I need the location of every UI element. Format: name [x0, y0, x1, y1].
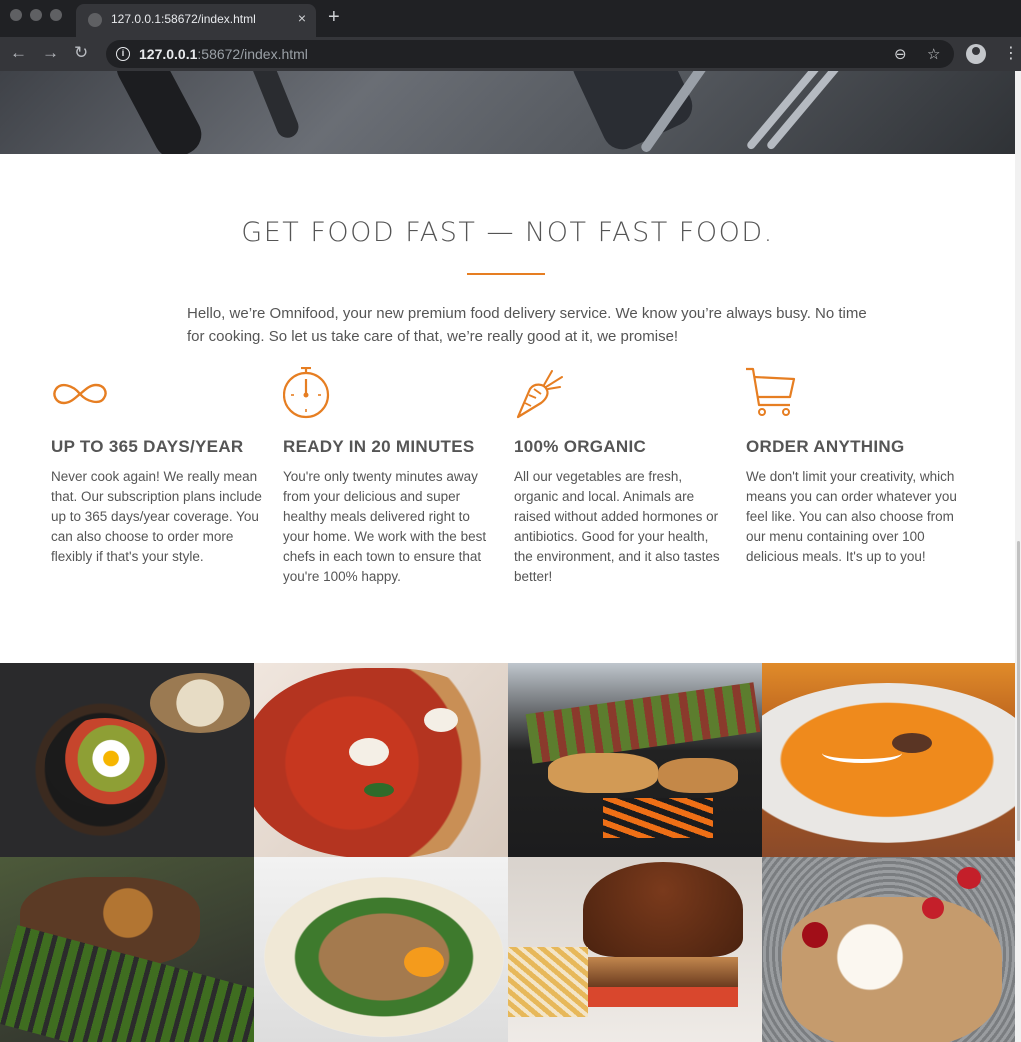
utensil-shape: [109, 71, 209, 154]
meal-photo[interactable]: [508, 857, 762, 1042]
profile-avatar-icon[interactable]: [966, 44, 986, 64]
cream-swirl: [822, 743, 902, 763]
browser-toolbar: ← → ↻ i 127.0.0.1:58672/index.html ⊖ ☆ ⋮: [0, 37, 1021, 71]
strawberry: [922, 897, 944, 919]
menu-icon[interactable]: ⋮: [1003, 43, 1019, 63]
page-scrollbar[interactable]: [1015, 71, 1021, 1042]
zoom-out-icon[interactable]: ⊖: [894, 45, 907, 63]
bibimbap-bowl: [45, 718, 165, 808]
seeds: [892, 733, 932, 753]
feature-title: READY IN 20 MINUTES: [283, 437, 475, 456]
back-button[interactable]: ←: [10, 44, 27, 62]
infinity-icon: [53, 383, 107, 405]
basil: [364, 783, 394, 797]
globe-icon: [88, 13, 102, 27]
egg-yolk: [404, 947, 444, 977]
sandwich: [264, 877, 504, 1037]
meal-photo[interactable]: [0, 663, 254, 857]
hero-image: [0, 71, 1015, 154]
window-zoom-dot[interactable]: [50, 9, 62, 21]
burger-bun: [583, 862, 743, 957]
feature-text: We don't limit your creativity, which me…: [746, 469, 957, 564]
meal-photo[interactable]: [762, 663, 1015, 857]
info-icon[interactable]: i: [116, 47, 130, 61]
cart-icon: [746, 367, 796, 416]
strawberry: [957, 867, 981, 889]
feature-title: UP TO 365 DAYS/YEAR: [51, 437, 244, 456]
window-close-dot[interactable]: [10, 9, 22, 21]
meal-photo[interactable]: [762, 857, 1015, 1042]
tomato: [588, 987, 738, 1007]
carrots: [603, 798, 713, 838]
granola: [782, 897, 1002, 1042]
feature-title: ORDER ANYTHING: [746, 437, 905, 456]
meal-photo[interactable]: [508, 663, 762, 857]
utensil-shape: [240, 71, 302, 142]
soup-bowl: [762, 683, 1015, 843]
tab-title: 127.0.0.1:58672/index.html: [111, 12, 256, 26]
feature-text: Never cook again! We really mean that. O…: [51, 469, 262, 564]
page-viewport: GET FOOD FAST — NOT FAST FOOD. Hello, we…: [0, 71, 1015, 1042]
utensil-shape: [745, 71, 823, 151]
address-bar[interactable]: i 127.0.0.1:58672/index.html ⊖ ☆: [106, 40, 954, 68]
burger-patty: [588, 957, 738, 987]
chicken: [658, 758, 738, 793]
forward-button[interactable]: →: [42, 44, 59, 62]
browser-tab[interactable]: 127.0.0.1:58672/index.html ×: [76, 4, 316, 37]
meal-photo[interactable]: [0, 857, 254, 1042]
reload-button[interactable]: ↻: [74, 44, 88, 62]
feature-text: All our vegetables are fresh, organic an…: [514, 469, 720, 584]
window-minimize-dot[interactable]: [30, 9, 42, 21]
browser-tabstrip: 127.0.0.1:58672/index.html × +: [0, 0, 1021, 37]
meal-photo[interactable]: [254, 663, 508, 857]
stopwatch-icon: [283, 367, 330, 419]
utensil-shape: [566, 71, 699, 154]
chicken: [548, 753, 658, 793]
feature-text: You're only twenty minutes away from you…: [283, 469, 487, 584]
scrollbar-thumb[interactable]: [1017, 541, 1020, 841]
intro-paragraph: Hello, we’re Omnifood, your new premium …: [187, 305, 867, 345]
meal-gallery: [0, 663, 1015, 1042]
cherry: [802, 922, 828, 948]
fries: [508, 947, 588, 1017]
mozzarella: [424, 708, 458, 732]
section-title: GET FOOD FAST — NOT FAST FOOD.: [241, 217, 774, 248]
star-icon[interactable]: ☆: [927, 45, 940, 63]
title-divider: [467, 273, 545, 275]
carrot-icon: [516, 370, 563, 419]
asparagus: [525, 682, 761, 764]
feature-title: 100% ORGANIC: [514, 437, 647, 456]
close-icon[interactable]: ×: [298, 10, 306, 26]
meal-photo[interactable]: [254, 857, 508, 1042]
new-tab-button[interactable]: +: [328, 7, 340, 27]
mozzarella: [349, 738, 389, 766]
dumpling-basket: [150, 673, 250, 733]
url-text[interactable]: 127.0.0.1:58672/index.html: [139, 46, 308, 62]
